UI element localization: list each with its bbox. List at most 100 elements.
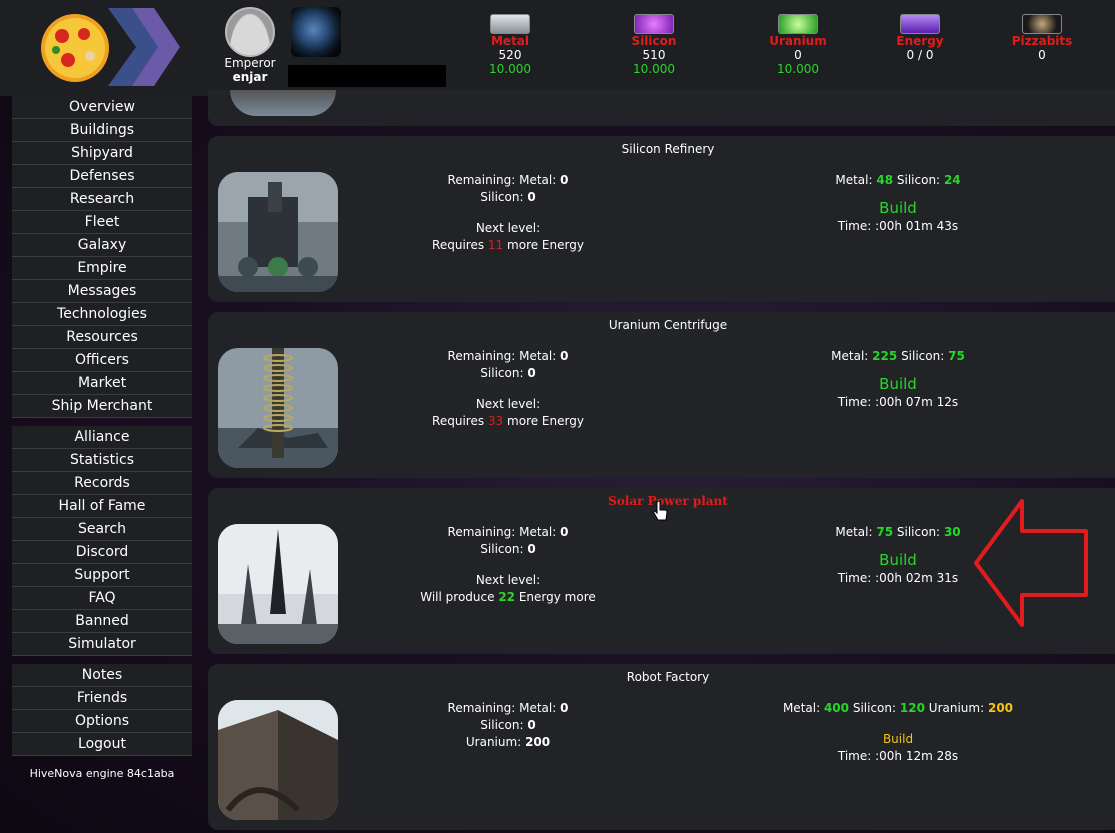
build-button[interactable]: Build xyxy=(883,731,913,747)
cost-silicon-label: Silicon: xyxy=(852,701,897,715)
cost-silicon-label: Silicon: xyxy=(896,173,941,187)
requirement-value: 11 xyxy=(487,238,504,252)
next-level-label: Next level: xyxy=(475,397,541,411)
sidebar-item-options[interactable]: Options xyxy=(12,710,192,733)
build-button[interactable]: Build xyxy=(879,199,917,218)
building-image[interactable] xyxy=(218,348,338,468)
build-time: Time: :00h 12m 28s xyxy=(837,749,959,763)
build-time: Time: :00h 07m 12s xyxy=(837,395,959,409)
cost-info: Metal: 400 Silicon: 120 Uranium: 200 Bui… xyxy=(748,700,1048,765)
requirement-suffix: more Energy xyxy=(507,238,584,252)
sidebar-item-defenses[interactable]: Defenses xyxy=(12,165,192,188)
cost-metal-label: Metal: xyxy=(831,349,869,363)
sidebar-item-friends[interactable]: Friends xyxy=(12,687,192,710)
planet-image[interactable] xyxy=(291,7,341,57)
resource-name: Pizzabits xyxy=(1011,34,1073,48)
building-title[interactable]: Uranium Centrifuge xyxy=(208,318,1115,332)
silicon-icon xyxy=(634,14,674,34)
requirement-prefix: Will produce xyxy=(420,590,495,604)
remaining-uranium-label: Uranium: xyxy=(465,735,522,749)
sidebar-item-messages[interactable]: Messages xyxy=(12,280,192,303)
sidebar-item-ship-merchant[interactable]: Ship Merchant xyxy=(12,395,192,418)
building-image[interactable] xyxy=(218,172,338,292)
sidebar-item-notes[interactable]: Notes xyxy=(12,664,192,687)
building-image[interactable] xyxy=(218,700,338,820)
planet-selector[interactable] xyxy=(288,65,446,87)
cost-silicon: 30 xyxy=(943,525,961,539)
sidebar-item-logout[interactable]: Logout xyxy=(12,733,192,756)
sidebar-item-search[interactable]: Search xyxy=(12,518,192,541)
sidebar-item-statistics[interactable]: Statistics xyxy=(12,449,192,472)
remaining-silicon: 0 xyxy=(527,718,536,732)
sidebar-item-fleet[interactable]: Fleet xyxy=(12,211,192,234)
building-card-silicon-refinery: Silicon Refinery Remaining: Metal: 0 Sil… xyxy=(208,136,1115,302)
sidebar-item-discord[interactable]: Discord xyxy=(12,541,192,564)
sidebar-item-support[interactable]: Support xyxy=(12,564,192,587)
requirement-suffix: more Energy xyxy=(507,414,584,428)
remaining-metal: 0 xyxy=(560,701,569,715)
building-title[interactable]: Robot Factory xyxy=(208,670,1115,684)
cost-uranium: 200 xyxy=(987,701,1014,715)
resource-value: 0 xyxy=(1038,48,1046,62)
sidebar-item-market[interactable]: Market xyxy=(12,372,192,395)
sidebar-item-hall-of-fame[interactable]: Hall of Fame xyxy=(12,495,192,518)
sidebar-item-banned[interactable]: Banned xyxy=(12,610,192,633)
energy-icon xyxy=(900,14,940,34)
remaining-silicon: 0 xyxy=(527,190,536,204)
cost-metal: 400 xyxy=(823,701,850,715)
red-arrow-annotation xyxy=(974,499,1088,627)
build-button[interactable]: Build xyxy=(879,551,917,570)
requirement-prefix: Requires xyxy=(432,414,485,428)
sidebar-item-alliance[interactable]: Alliance xyxy=(12,426,192,449)
remaining-metal: 0 xyxy=(560,349,569,363)
remaining-info: Remaining: Metal: 0 Silicon: 0 Uranium: … xyxy=(388,700,628,751)
sidebar-item-faq[interactable]: FAQ xyxy=(12,587,192,610)
sidebar-item-buildings[interactable]: Buildings xyxy=(12,119,192,142)
uranium-icon xyxy=(778,14,818,34)
sidebar-item-records[interactable]: Records xyxy=(12,472,192,495)
remaining-silicon: 0 xyxy=(527,366,536,380)
sidebar-item-technologies[interactable]: Technologies xyxy=(12,303,192,326)
sidebar-item-simulator[interactable]: Simulator xyxy=(12,633,192,656)
sidebar-item-shipyard[interactable]: Shipyard xyxy=(12,142,192,165)
top-header: Emperor enjar Metal 520 10.000 Silicon 5… xyxy=(0,0,1115,96)
cost-metal-label: Metal: xyxy=(782,701,821,715)
hand-cursor-icon xyxy=(653,501,668,521)
remaining-metal-label: Remaining: Metal: xyxy=(447,525,557,539)
menu-group-account: Notes Friends Options Logout xyxy=(12,664,192,756)
sidebar-item-overview[interactable]: Overview xyxy=(12,96,192,119)
sidebar-item-resources[interactable]: Resources xyxy=(12,326,192,349)
sidebar-item-officers[interactable]: Officers xyxy=(12,349,192,372)
building-image[interactable] xyxy=(218,524,338,644)
remaining-silicon-label: Silicon: xyxy=(480,542,524,556)
sidebar-item-empire[interactable]: Empire xyxy=(12,257,192,280)
resource-uranium: Uranium 0 10.000 xyxy=(758,14,838,76)
build-button[interactable]: Build xyxy=(879,375,917,394)
cost-silicon-label: Silicon: xyxy=(901,349,945,363)
cost-silicon: 75 xyxy=(948,349,965,363)
build-time: Time: :00h 01m 43s xyxy=(837,219,959,233)
cost-metal: 225 xyxy=(872,349,898,363)
user-avatar[interactable] xyxy=(225,7,275,57)
pizzabits-icon xyxy=(1022,14,1062,34)
cost-metal-label: Metal: xyxy=(835,173,873,187)
resource-energy: Energy 0 / 0 xyxy=(880,14,960,62)
resource-silicon: Silicon 510 10.000 xyxy=(614,14,694,76)
sidebar-item-galaxy[interactable]: Galaxy xyxy=(12,234,192,257)
metal-icon xyxy=(490,14,530,34)
remaining-metal-label: Remaining: Metal: xyxy=(447,701,557,715)
next-level-label: Next level: xyxy=(475,573,541,587)
cost-info: Metal: 48 Silicon: 24 Build Time: :00h 0… xyxy=(748,172,1048,235)
resource-value: 0 xyxy=(794,48,802,62)
next-level-label: Next level: xyxy=(475,221,541,235)
requirement-suffix: Energy more xyxy=(518,590,596,604)
cost-silicon: 24 xyxy=(943,173,961,187)
building-title[interactable]: Silicon Refinery xyxy=(208,142,1115,156)
requirement-prefix: Requires xyxy=(432,238,485,252)
game-logo[interactable] xyxy=(20,0,180,94)
sidebar-item-research[interactable]: Research xyxy=(12,188,192,211)
cost-metal: 75 xyxy=(876,525,894,539)
emperor-name[interactable]: enjar xyxy=(218,70,282,84)
remaining-metal-label: Remaining: Metal: xyxy=(447,349,557,363)
resource-value: 510 xyxy=(642,48,666,62)
